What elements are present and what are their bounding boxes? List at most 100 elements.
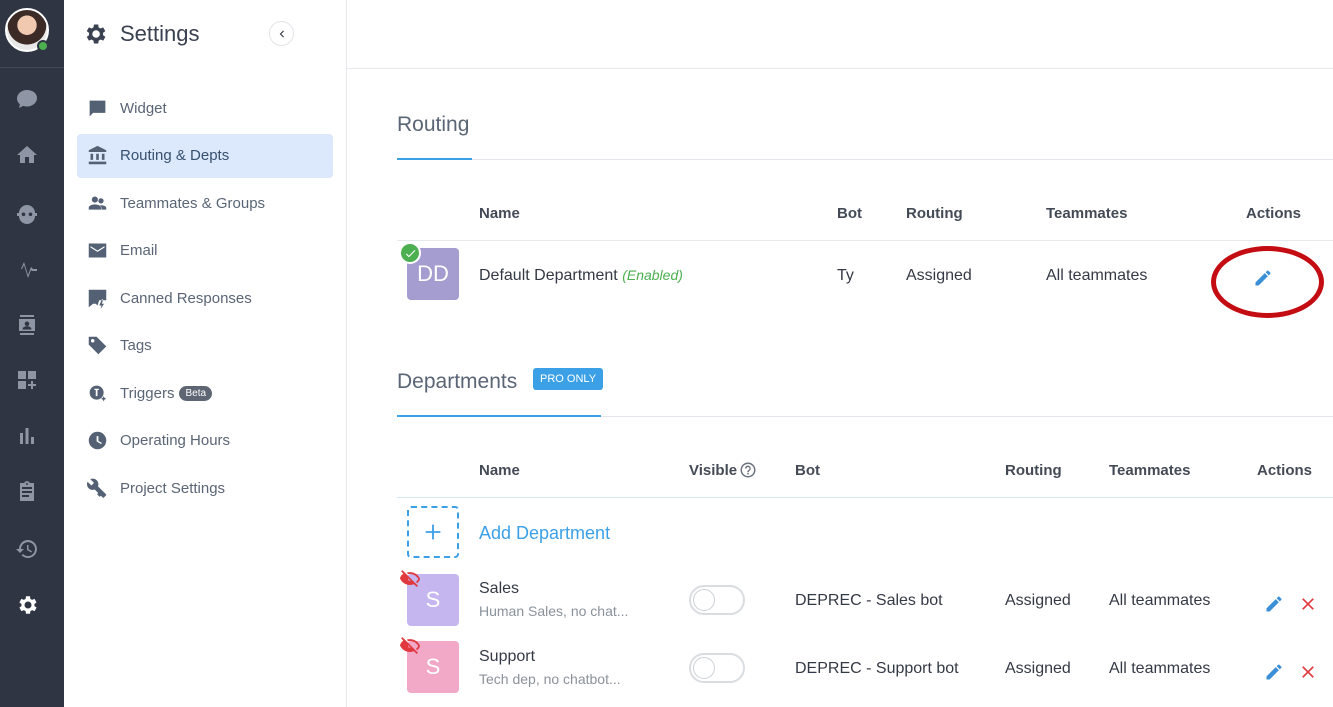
sidebar-item-tags[interactable]: Tags [77,324,333,368]
enabled-status: (Enabled) [622,267,683,283]
chevron-left-icon [275,27,289,41]
edit-department-button[interactable] [1263,661,1285,683]
history-icon[interactable] [14,536,40,562]
settings-sidebar: Settings Widget Routing & Depts Teammate… [64,0,347,707]
department-teammates: All teammates [1046,267,1148,284]
settings-icon[interactable] [14,592,40,618]
gear-icon [82,21,108,47]
sidebar-item-label: Teammates & Groups [120,194,266,212]
sidebar-item-label: Triggers [120,384,175,402]
department-routing: Assigned [1005,660,1071,677]
sidebar-item-project-settings[interactable]: Project Settings [77,466,333,510]
chat-bubble-icon [86,97,108,119]
sidebar-item-triggers[interactable]: Triggers Beta [77,371,333,415]
visible-toggle[interactable] [689,653,745,683]
apps-add-icon[interactable] [14,367,40,393]
department-routing: Assigned [906,267,972,284]
department-name: Sales [479,580,520,597]
routing-section-title: Routing [397,113,470,136]
department-bot: DEPREC - Support bot [795,660,959,677]
clock-icon [86,430,108,452]
mail-icon [86,240,108,262]
sidebar-item-widget[interactable]: Widget [77,86,333,130]
enabled-check-icon [399,242,421,264]
dept-col-bot: Bot [795,462,820,479]
conversations-icon[interactable] [14,86,40,112]
beta-badge: Beta [179,385,213,401]
department-name-cell: Default Department (Enabled) [479,267,683,285]
add-department-button[interactable] [407,506,459,558]
sidebar-title: Settings [120,21,200,46]
delete-department-button[interactable] [1297,593,1319,615]
dept-col-actions: Actions [1257,462,1313,479]
sidebar-item-email[interactable]: Email [77,229,333,273]
rail-divider [0,67,64,68]
departments-title-underline [397,415,601,417]
sidebar-header: Settings [64,0,347,68]
sidebar-item-label: Tags [120,337,152,354]
department-teammates: All teammates [1109,660,1211,677]
routing-col-actions: Actions [1246,205,1302,222]
user-avatar[interactable] [5,8,49,52]
department-teammates: All teammates [1109,592,1211,609]
close-icon [1298,594,1318,614]
home-icon[interactable] [14,142,40,168]
online-status-dot [37,40,49,52]
dept-col-routing: Routing [1005,462,1062,479]
plus-icon [422,521,444,543]
collapse-sidebar-button[interactable] [269,21,294,46]
quick-reply-icon [86,287,108,309]
clipboard-icon[interactable] [14,479,40,505]
sidebar-item-label: Operating Hours [120,432,231,449]
sidebar-item-canned-responses[interactable]: Canned Responses [77,276,333,320]
sidebar-item-teammates-groups[interactable]: Teammates & Groups [77,181,333,225]
sidebar-item-label: Routing & Depts [120,147,230,164]
dept-col-name: Name [479,462,520,479]
department-name: Support [479,648,536,665]
sidebar-item-operating-hours[interactable]: Operating Hours [77,419,333,463]
delete-department-button[interactable] [1297,661,1319,683]
bank-icon [86,145,108,167]
routing-col-bot: Bot [837,205,862,222]
tag-icon [86,335,108,357]
routing-section-rule [397,159,1333,160]
pencil-icon [1264,594,1284,614]
routing-col-name: Name [479,205,520,222]
department-description: Human Sales, no chat... [479,603,629,619]
close-icon [1298,662,1318,682]
settings-nav: Widget Routing & Depts Teammates & Group… [77,86,333,514]
contacts-icon[interactable] [14,312,40,338]
reports-icon[interactable] [14,423,40,449]
toggle-knob [693,589,715,611]
annotation-circle [1211,246,1324,318]
sidebar-item-label: Project Settings [120,479,226,497]
triggers-icon [86,382,108,404]
sidebar-item-routing-depts[interactable]: Routing & Depts [77,133,333,178]
activity-icon[interactable] [14,255,40,281]
routing-col-teammates: Teammates [1046,205,1128,222]
main-content: Routing Name Bot Routing Teammates Actio… [347,69,1333,707]
department-bot: DEPREC - Sales bot [795,592,943,609]
people-icon [86,192,108,214]
eye-off-icon [398,636,422,656]
pro-only-badge: PRO ONLY [533,368,604,390]
bot-icon[interactable] [14,200,40,226]
left-rail [0,0,64,707]
pencil-icon [1264,662,1284,682]
department-bot: Ty [837,267,854,284]
sidebar-item-label: Widget [120,99,167,117]
routing-col-routing: Routing [906,205,963,222]
app-root: Settings Widget Routing & Depts Teammate… [0,0,1333,707]
toggle-knob [693,657,715,679]
visible-toggle[interactable] [689,585,745,615]
edit-department-button[interactable] [1263,593,1285,615]
routing-header-rule [397,240,1333,241]
departments-section-title: Departments [397,370,518,393]
sidebar-item-label: Email [120,242,158,259]
help-circle-icon[interactable] [739,461,757,479]
add-department-link[interactable]: Add Department [479,523,610,544]
dept-header-rule [397,497,1333,498]
department-description: Tech dep, no chatbot... [479,671,621,687]
tools-icon [86,477,108,499]
department-name: Default Department [479,267,618,284]
